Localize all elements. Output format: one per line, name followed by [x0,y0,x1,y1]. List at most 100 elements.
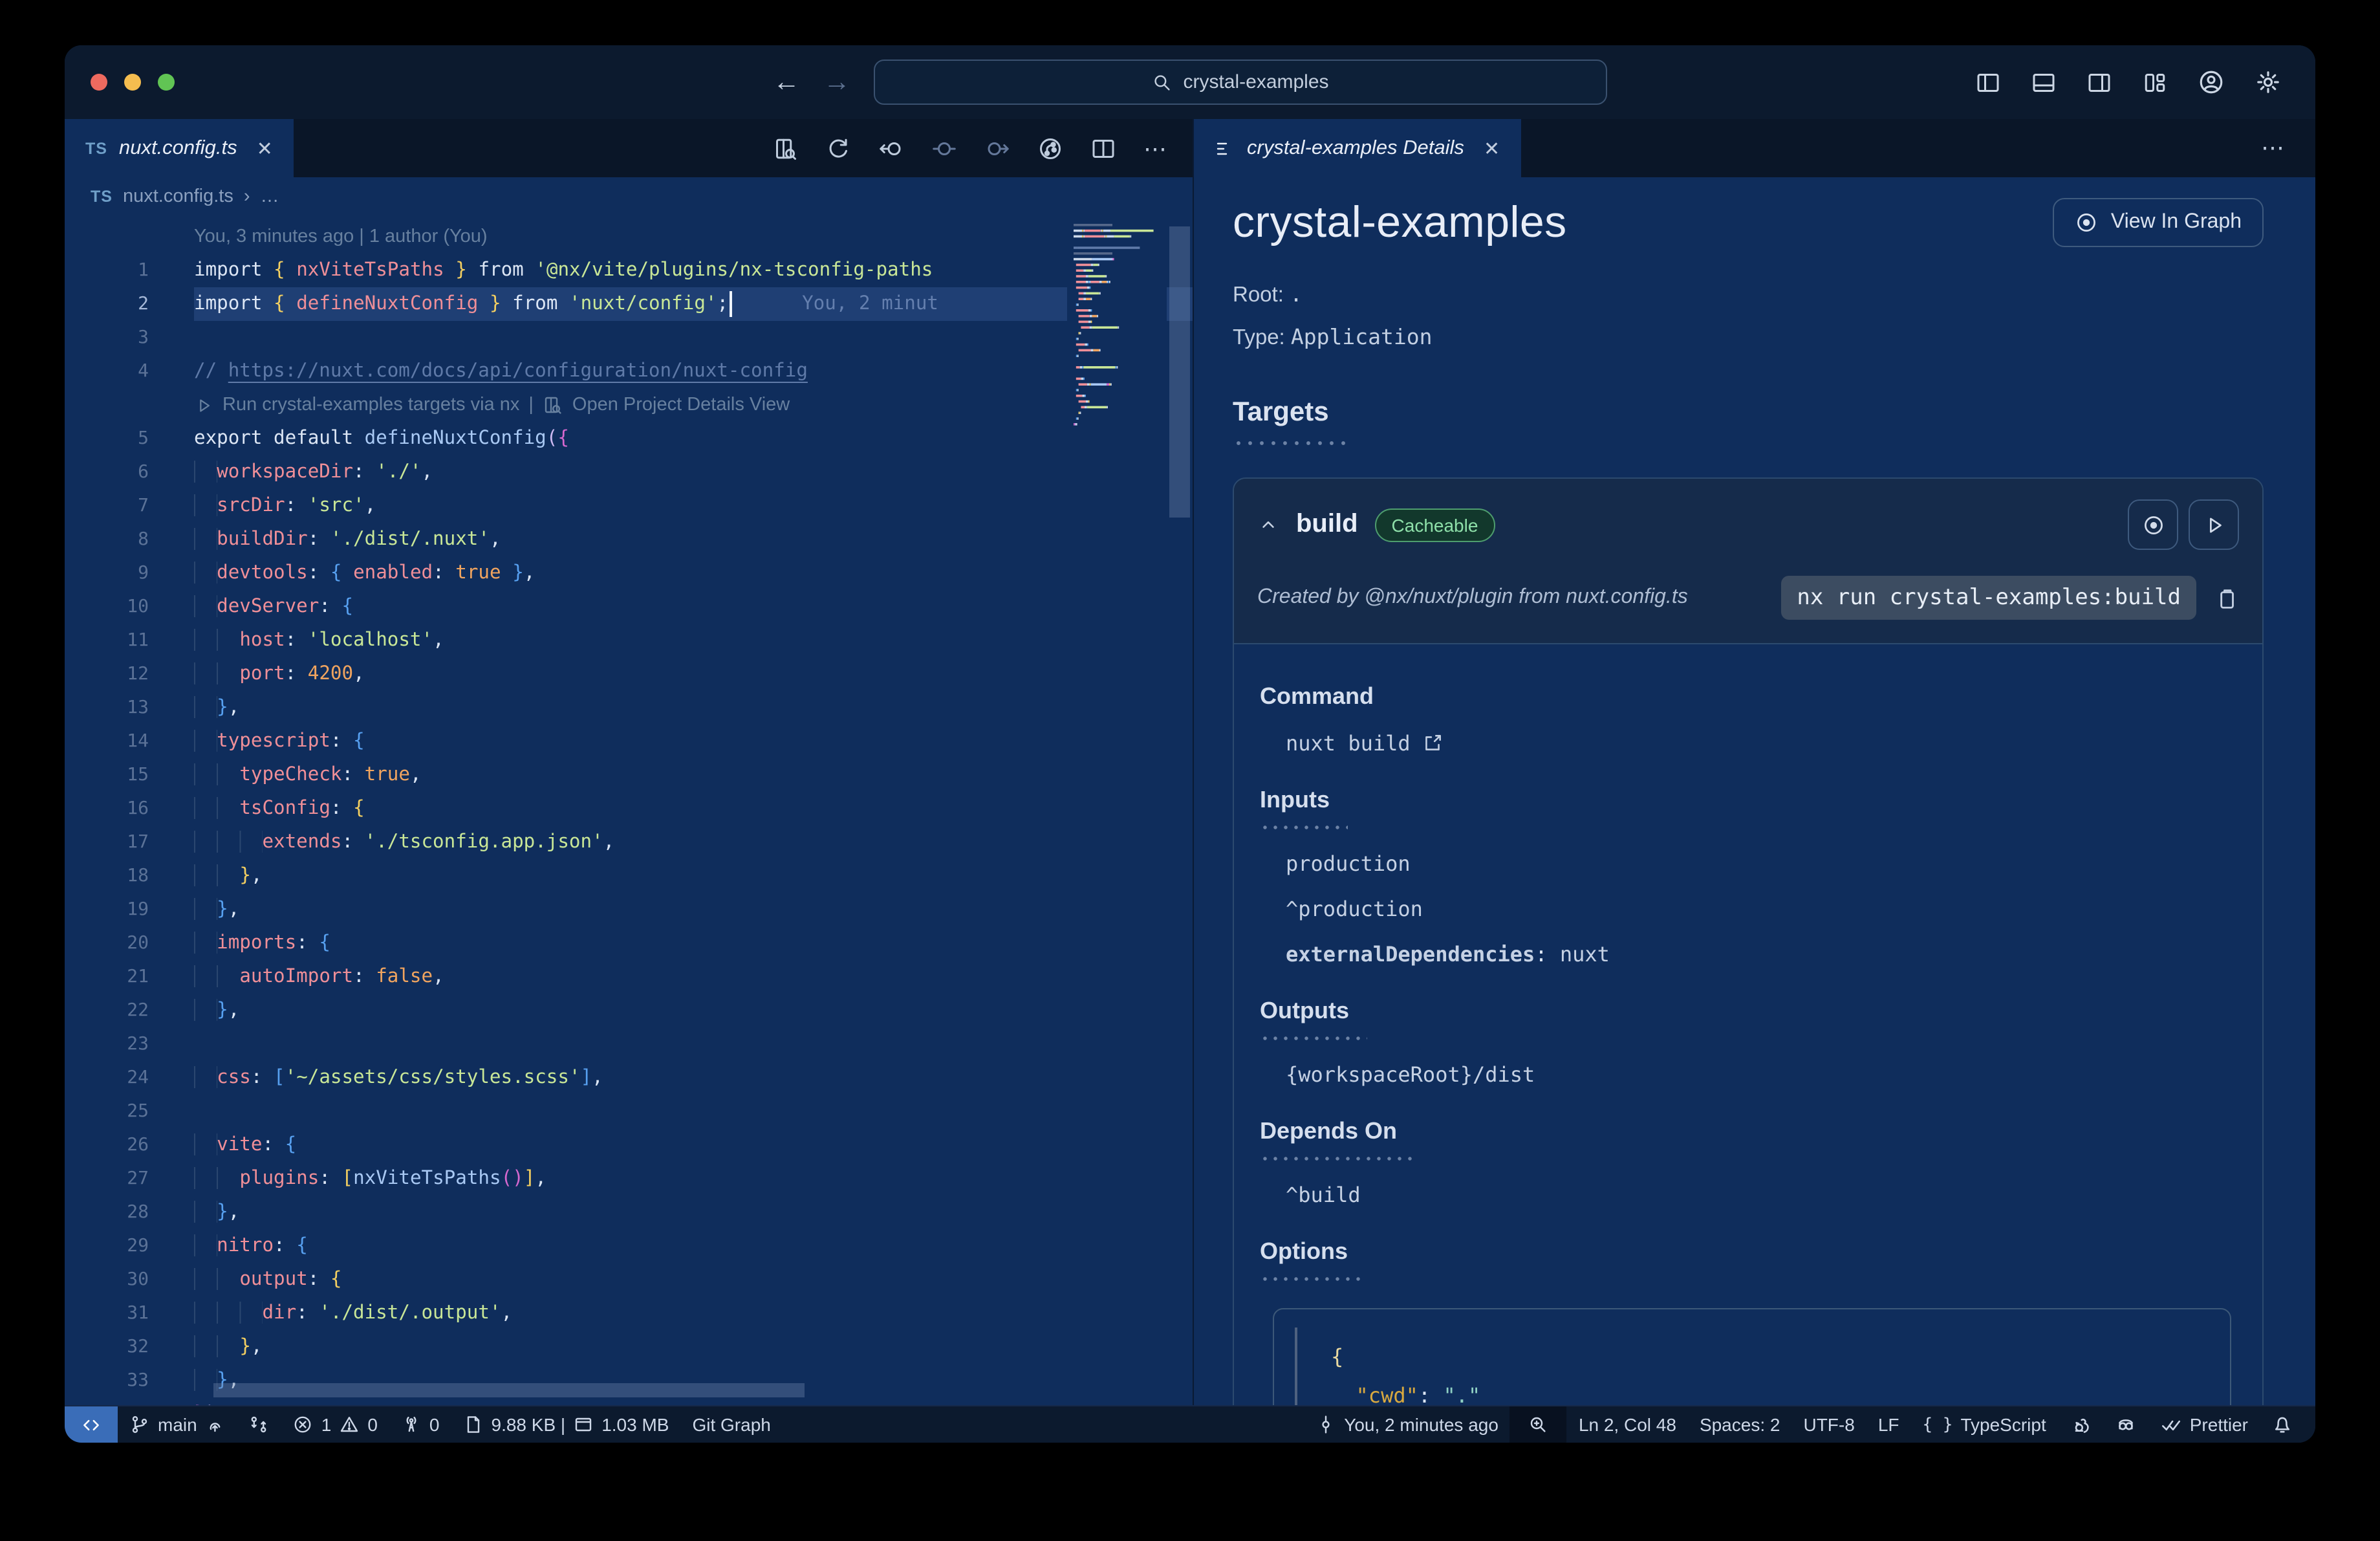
line-number[interactable]: 9 [65,556,149,590]
code-line[interactable]: 15 typeCheck: true, [65,758,1193,792]
code-line[interactable]: 8 buildDir: './dist/.nuxt', [65,523,1193,556]
line-number[interactable]: 1 [65,254,149,287]
code-line[interactable]: 3 [65,321,1193,355]
code-line[interactable]: 32 }, [65,1330,1193,1364]
line-number[interactable]: 34 [65,1397,149,1405]
code-line[interactable]: 24 css: ['~/assets/css/styles.scss'], [65,1061,1193,1095]
line-number[interactable] [65,220,149,254]
statusbar-eol[interactable]: LF [1866,1406,1911,1443]
line-number[interactable]: 24 [65,1061,149,1095]
account-icon[interactable] [2198,69,2225,96]
code-line[interactable]: 14 typescript: { [65,725,1193,758]
code-line[interactable]: 27 plugins: [nxViteTsPaths()], [65,1162,1193,1196]
statusbar-encoding[interactable]: UTF-8 [1791,1406,1866,1443]
gear-icon[interactable] [2255,69,2282,96]
history-forward-button[interactable]: → [823,69,850,96]
code-line[interactable]: 5 export default defineNuxtConfig({ [65,422,1193,455]
code-line[interactable]: 7 srcDir: 'src', [65,489,1193,523]
view-in-graph-button[interactable]: View In Graph [2052,198,2264,247]
code-line[interactable]: 13 }, [65,691,1193,725]
statusbar-git-branch[interactable]: main [118,1406,237,1443]
code-line[interactable]: 1 import { nxViteTsPaths } from '@nx/vite… [65,254,1193,287]
statusbar-file-size[interactable]: 9.88 KB | 1.03 MB [451,1406,681,1443]
code-line[interactable]: 28 }, [65,1196,1193,1229]
statusbar-squirrel-status[interactable] [2058,1406,2103,1443]
code-line[interactable]: 21 autoImport: false, [65,960,1193,994]
layout-sidebar-right-icon[interactable] [2086,69,2112,95]
statusbar-remote-indicator[interactable] [65,1406,118,1443]
maximize-window-button[interactable] [158,74,175,91]
line-number[interactable]: 18 [65,859,149,893]
code-line[interactable]: 9 devtools: { enabled: true }, [65,556,1193,590]
code-line[interactable]: 17 extends: './tsconfig.app.json', [65,825,1193,859]
run-target-button[interactable] [2189,499,2239,550]
line-number[interactable]: 16 [65,792,149,825]
statusbar-prettier-status[interactable]: Prettier [2148,1406,2260,1443]
line-number[interactable]: 23 [65,1027,149,1061]
line-number[interactable]: 15 [65,758,149,792]
copy-icon[interactable] [2214,585,2239,610]
line-number[interactable]: 33 [65,1364,149,1397]
line-number[interactable]: 28 [65,1196,149,1229]
editor-action-commit-ring-icon[interactable] [1037,135,1063,161]
line-number[interactable]: 19 [65,893,149,926]
code-line[interactable]: 11 host: 'localhost', [65,624,1193,657]
code-line[interactable]: 31 dir: './dist/.output', [65,1296,1193,1330]
close-panel-tab-icon[interactable]: ✕ [1484,137,1500,160]
line-number[interactable]: 6 [65,455,149,489]
code-line[interactable]: 23 [65,1027,1193,1061]
line-number[interactable]: 10 [65,590,149,624]
line-number[interactable]: 22 [65,994,149,1027]
editor-action-more-icon[interactable]: ⋯ [1143,137,1167,160]
history-back-button[interactable]: ← [773,69,800,96]
editor-action-refresh-icon[interactable] [825,135,851,161]
line-number[interactable]: 27 [65,1162,149,1196]
line-number[interactable]: 12 [65,657,149,691]
code-line[interactable]: 2 import { defineNuxtConfig } from 'nuxt/… [65,287,1193,321]
code-line[interactable]: 25 [65,1095,1193,1128]
code-line[interactable]: 16 tsConfig: { [65,792,1193,825]
panel-more-actions[interactable]: ⋯ [2261,119,2315,177]
line-number[interactable]: 30 [65,1263,149,1296]
codelens-run-link[interactable]: Run crystal-examples targets via nx [222,388,519,422]
code-line[interactable]: 30 output: { [65,1263,1193,1296]
editor-action-nav-forward-icon[interactable] [984,135,1010,161]
statusbar-indentation[interactable]: Spaces: 2 [1688,1406,1792,1443]
code-line[interactable]: 29 nitro: { [65,1229,1193,1263]
statusbar-ports[interactable]: 0 [389,1406,451,1443]
statusbar-git-graph[interactable]: Git Graph [680,1406,782,1443]
line-number[interactable] [65,388,149,422]
line-number[interactable]: 11 [65,624,149,657]
statusbar-compare-changes[interactable] [237,1406,281,1443]
editor-action-project-details-icon[interactable] [772,135,798,161]
line-number[interactable]: 31 [65,1296,149,1330]
command-value[interactable]: nuxt build [1260,731,2236,756]
code-line[interactable]: 10 devServer: { [65,590,1193,624]
line-number[interactable]: 25 [65,1095,149,1128]
line-number[interactable]: 5 [65,422,149,455]
layout-grid-icon[interactable] [2142,69,2168,95]
editor-vertical-scrollbar[interactable] [1167,216,1193,1405]
line-number[interactable]: 14 [65,725,149,758]
line-number[interactable]: 13 [65,691,149,725]
line-number[interactable]: 8 [65,523,149,556]
view-target-graph-button[interactable] [2128,499,2178,550]
line-number[interactable]: 2 [65,287,149,321]
tab-project-details[interactable]: crystal-examples Details ✕ [1194,119,1521,177]
editor-action-nav-back-icon[interactable] [878,135,904,161]
code-line[interactable]: 4// https://nuxt.com/docs/api/configurat… [65,355,1193,388]
editor-action-split-editor-icon[interactable] [1090,135,1116,161]
breadcrumb[interactable]: TS nuxt.config.ts › … [65,177,1193,216]
code-line[interactable]: 20 imports: { [65,926,1193,960]
breadcrumb-more[interactable]: … [261,186,279,207]
line-number[interactable]: 20 [65,926,149,960]
statusbar-copilot-status[interactable] [2103,1406,2148,1443]
panel-scrollbar[interactable] [2299,1405,2313,1443]
minimize-window-button[interactable] [124,74,141,91]
editor-action-nav-circle-icon[interactable] [931,135,957,161]
code-editor[interactable]: You, 3 minutes ago | 1 author (You) 1 impo… [65,216,1193,1405]
code-line[interactable]: 22 }, [65,994,1193,1027]
code-line[interactable]: 34}); [65,1397,1193,1405]
minimap[interactable] [1067,216,1167,1405]
line-number[interactable]: 4 [65,355,149,388]
